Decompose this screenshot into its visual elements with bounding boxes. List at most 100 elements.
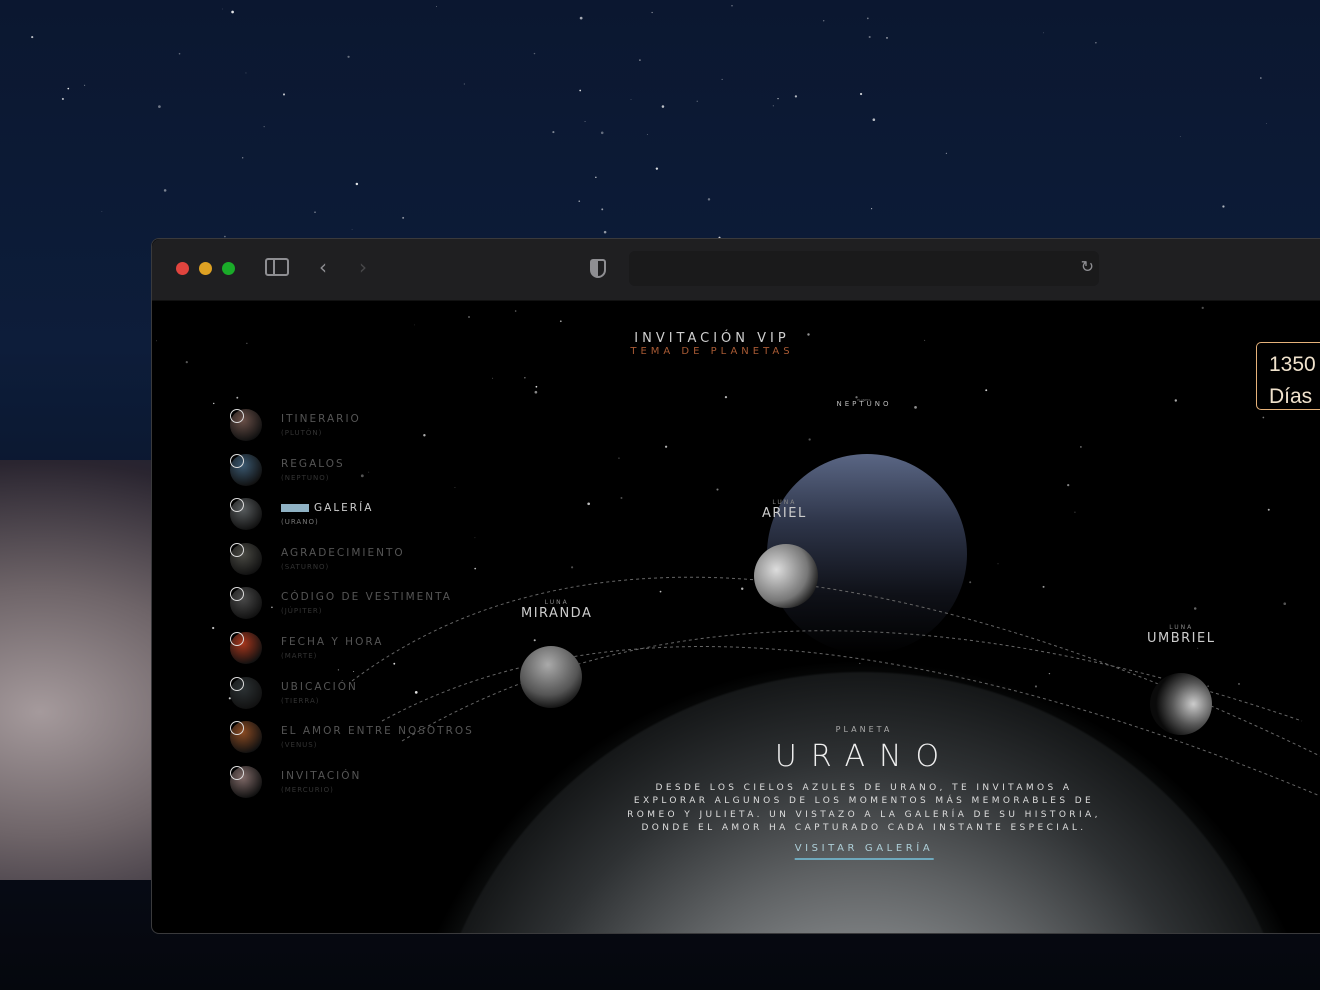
star: [945, 152, 947, 154]
privacy-shield-icon[interactable]: [590, 259, 606, 278]
address-bar[interactable]: ↻: [629, 251, 1099, 286]
miranda-moon[interactable]: [520, 646, 582, 708]
star: [1179, 136, 1181, 137]
star: [1266, 123, 1267, 124]
star: [772, 105, 774, 107]
star: [822, 19, 825, 22]
star: [67, 87, 70, 90]
nav-label: UBICACIÓN: [281, 681, 358, 693]
star: [871, 208, 873, 210]
ring-icon: [230, 409, 244, 423]
nav-label-text: AGRADECIMIENTO: [281, 546, 405, 559]
close-button[interactable]: [176, 262, 189, 275]
title-text: INVITACIÓN VIP: [634, 331, 790, 346]
nav-planet-name: (JÚPITER): [281, 607, 323, 616]
star: [463, 83, 465, 85]
star: [661, 105, 665, 108]
planet-kicker: PLANETA: [835, 725, 893, 734]
star: [721, 78, 723, 80]
nav-item[interactable]: GALERÍA (URANO): [230, 498, 490, 538]
days-counter: 1350 Días: [1256, 342, 1320, 410]
sidebar-toggle-icon[interactable]: [265, 258, 289, 276]
ring-icon: [230, 765, 244, 780]
moon-label-miranda: LUNA MIRANDA: [521, 599, 592, 621]
nav-label-text: EL AMOR ENTRE NOSOTROS: [281, 725, 474, 738]
star: [533, 52, 536, 55]
ring-icon: [230, 632, 244, 646]
nav-item[interactable]: CÓDIGO DE VESTIMENTA (JÚPITER): [230, 587, 490, 627]
star: [101, 211, 103, 212]
nav-label: INVITACIÓN: [281, 770, 361, 782]
umbriel-moon[interactable]: [1150, 673, 1212, 735]
browser-window: ‹ › ↻ INVITACIÓN VIP TEMA DE PLANETAS PL…: [151, 238, 1320, 934]
star: [61, 97, 64, 100]
active-indicator: [281, 504, 309, 513]
nav-planet-name: (MERCURIO): [281, 785, 334, 794]
nav-label: AGRADECIMIENTO: [281, 547, 405, 559]
nav-item[interactable]: UBICACIÓN (TIERRA): [230, 676, 490, 717]
nav-item[interactable]: AGRADECIMIENTO (SATURNO): [230, 542, 490, 583]
star: [158, 105, 161, 108]
minimize-button[interactable]: [199, 262, 212, 275]
back-icon[interactable]: ‹: [319, 255, 327, 279]
nav-label: FECHA Y HORA: [281, 636, 383, 648]
reload-icon[interactable]: ↻: [1081, 257, 1094, 276]
star: [231, 10, 234, 14]
nav-planet-name: (URANO): [281, 518, 319, 527]
star: [868, 35, 871, 39]
nav-item[interactable]: EL AMOR ENTRE NOSOTROS (VENUS): [230, 721, 490, 761]
star: [859, 92, 863, 96]
star: [1043, 32, 1045, 34]
ring-icon: [230, 453, 244, 468]
moon-name: ARIEL: [762, 506, 807, 521]
nav-item[interactable]: FECHA Y HORA (MARTE): [230, 632, 490, 672]
moon-label-umbriel: LUNA UMBRIEL: [1147, 624, 1215, 646]
site-title: INVITACIÓN VIP TEMA DE PLANETAS: [562, 331, 862, 357]
nav-label: ITINERARIO: [281, 413, 361, 425]
ariel-moon[interactable]: [754, 544, 818, 608]
nav-label-text: UBICACIÓN: [281, 680, 358, 693]
star: [263, 126, 265, 128]
star: [600, 131, 604, 135]
star: [163, 189, 167, 192]
days-value: 1350: [1269, 353, 1316, 376]
nav-planet-name: (MARTE): [281, 652, 318, 660]
page-content: INVITACIÓN VIP TEMA DE PLANETAS PLANETA …: [152, 301, 1320, 933]
nav-planet-name: (NEPTUNO): [281, 473, 330, 482]
star: [886, 36, 888, 39]
nav-label-text: INVITACIÓN: [281, 769, 362, 782]
nav-label: CÓDIGO DE VESTIMENTA: [281, 591, 452, 603]
nav-label: EL AMOR ENTRE NOSOTROS: [281, 725, 474, 737]
star: [579, 16, 583, 20]
star: [601, 208, 604, 211]
star: [222, 8, 224, 10]
star: [707, 198, 711, 201]
star: [578, 200, 581, 203]
star: [651, 11, 653, 14]
nav-item[interactable]: ITINERARIO (PLUTÓN): [230, 409, 490, 449]
star: [777, 97, 779, 100]
nav-planet-name: (SATURNO): [281, 562, 330, 571]
forward-icon[interactable]: ›: [359, 255, 367, 279]
star: [630, 99, 632, 100]
nav-planet-name: (VENUS): [281, 741, 318, 750]
star: [866, 17, 869, 20]
nav-label-text: CÓDIGO DE VESTIMENTA: [281, 591, 452, 604]
moon-small: LUNA: [544, 599, 569, 606]
moon-label-ariel: LUNA ARIEL: [762, 499, 807, 521]
star: [731, 5, 733, 7]
nav-planet-name: (PLUTÓN): [281, 429, 323, 437]
star: [696, 100, 698, 102]
planet-description: DESDE LOS CIELOS AZULES DE URANO, TE INV…: [627, 783, 1101, 834]
visit-gallery-link[interactable]: VISITAR GALERÍA: [794, 843, 934, 860]
star: [1095, 42, 1097, 44]
star: [314, 211, 316, 214]
star: [31, 35, 34, 39]
nav-item[interactable]: INVITACIÓN (MERCURIO): [230, 765, 490, 806]
maximize-button[interactable]: [222, 262, 235, 275]
star: [639, 59, 641, 61]
star: [794, 95, 798, 98]
nav-item[interactable]: REGALOS (NEPTUNO): [230, 453, 490, 494]
star: [245, 72, 247, 74]
star: [84, 84, 86, 86]
